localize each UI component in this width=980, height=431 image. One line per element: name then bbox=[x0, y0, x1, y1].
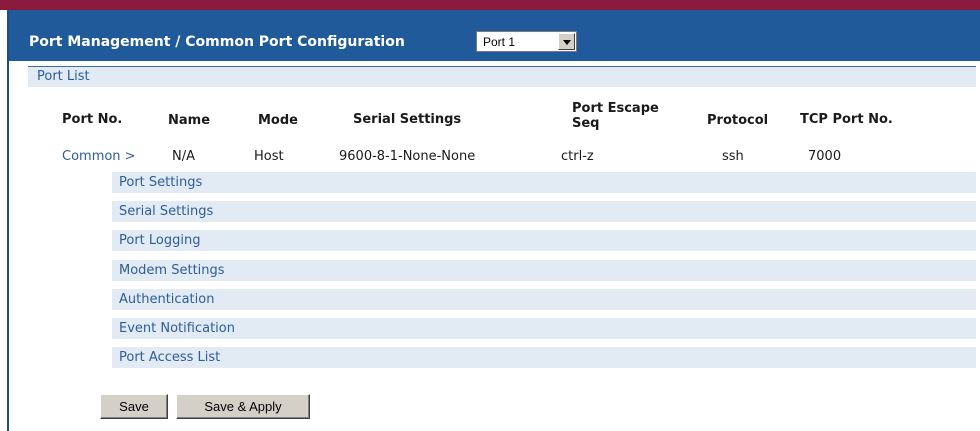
col-name: Name bbox=[168, 113, 211, 128]
section-title: Port List bbox=[37, 69, 90, 84]
common-port-link[interactable]: Common > bbox=[62, 149, 136, 164]
sub-item-modem-settings[interactable]: Modem Settings bbox=[112, 260, 976, 281]
port-select[interactable]: Port 1 bbox=[476, 31, 577, 52]
sub-item-serial-settings[interactable]: Serial Settings bbox=[112, 201, 976, 222]
sub-item-label: Port Settings bbox=[119, 175, 203, 190]
col-tcp-port: TCP Port No. bbox=[800, 112, 893, 127]
sub-item-label: Authentication bbox=[119, 292, 215, 307]
col-port-no: Port No. bbox=[62, 112, 123, 127]
sub-item-label: Port Access List bbox=[119, 350, 221, 365]
port-list-header: Port List bbox=[28, 67, 976, 87]
page-header: Port Management / Common Port Configurat… bbox=[9, 10, 980, 61]
sub-item-port-logging[interactable]: Port Logging bbox=[112, 230, 976, 251]
sub-item-authentication[interactable]: Authentication bbox=[112, 289, 976, 310]
sub-item-label: Serial Settings bbox=[119, 204, 214, 219]
save-apply-button[interactable]: Save & Apply bbox=[176, 394, 310, 419]
sub-item-event-notification[interactable]: Event Notification bbox=[112, 318, 976, 339]
save-button[interactable]: Save bbox=[100, 394, 168, 419]
left-border bbox=[0, 10, 9, 431]
sub-item-label: Event Notification bbox=[119, 321, 235, 336]
sub-item-label: Modem Settings bbox=[119, 263, 225, 278]
port-select-value: Port 1 bbox=[483, 35, 516, 49]
cell-mode: Host bbox=[254, 149, 284, 164]
page-title: Port Management / Common Port Configurat… bbox=[29, 34, 405, 50]
col-protocol: Protocol bbox=[707, 113, 769, 128]
cell-protocol: ssh bbox=[722, 149, 744, 164]
cell-tcp-port: 7000 bbox=[808, 149, 842, 164]
col-mode: Mode bbox=[258, 113, 298, 128]
sub-item-port-settings[interactable]: Port Settings bbox=[112, 172, 976, 193]
sub-item-label: Port Logging bbox=[119, 233, 201, 248]
col-escape-seq: Port Escape Seq bbox=[572, 101, 659, 131]
col-serial-settings: Serial Settings bbox=[353, 112, 462, 127]
chevron-down-icon[interactable] bbox=[558, 33, 575, 50]
cell-serial-settings: 9600-8-1-None-None bbox=[339, 149, 476, 164]
cell-escape-seq: ctrl-z bbox=[561, 149, 594, 164]
top-accent-bar bbox=[0, 0, 980, 10]
sub-item-port-access-list[interactable]: Port Access List bbox=[112, 347, 976, 368]
cell-name: N/A bbox=[172, 149, 195, 164]
